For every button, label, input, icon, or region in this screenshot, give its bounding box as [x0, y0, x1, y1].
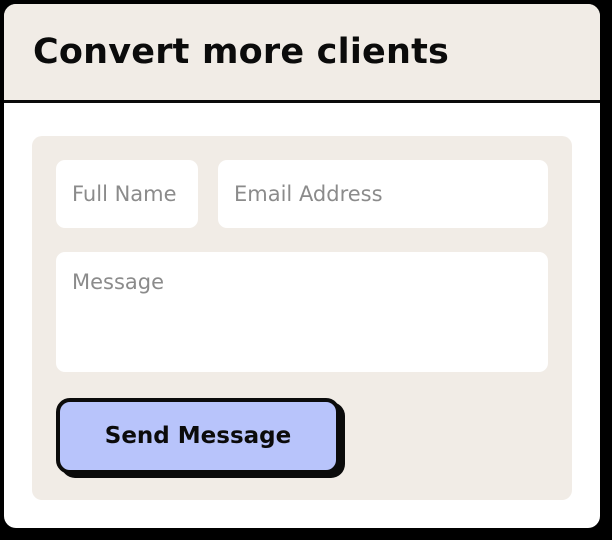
email-address-input[interactable] [218, 160, 548, 228]
send-message-button[interactable]: Send Message [56, 398, 340, 474]
card-header: Convert more clients [4, 4, 600, 103]
contact-card: Convert more clients Send Message [4, 4, 600, 528]
contact-form: Send Message [32, 136, 572, 500]
message-textarea[interactable] [56, 252, 548, 372]
full-name-input[interactable] [56, 160, 198, 228]
page-title: Convert more clients [33, 32, 450, 72]
